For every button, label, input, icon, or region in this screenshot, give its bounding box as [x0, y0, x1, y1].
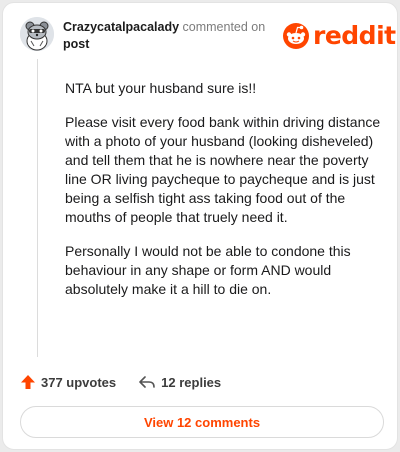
reddit-logo: reddit — [282, 21, 396, 51]
view-comments-button[interactable]: View 12 comments — [20, 406, 384, 438]
thread-line[interactable] — [37, 59, 38, 357]
comment-header: Crazycatalpacalady commented on post — [63, 19, 283, 53]
commented-on-text: commented on — [182, 20, 266, 34]
raccoon-avatar-icon — [20, 17, 54, 51]
reddit-snoo-icon — [283, 23, 309, 49]
comment-paragraph: Personally I would not be able to condon… — [65, 243, 351, 297]
reply-arrow-icon — [139, 376, 155, 388]
reply-count: 12 replies — [161, 374, 222, 390]
upvote-arrow-icon — [21, 375, 35, 389]
post-link[interactable]: post — [63, 36, 283, 53]
username[interactable]: Crazycatalpacalady — [63, 20, 179, 34]
comment-paragraph: Please visit every food bank within driv… — [65, 114, 381, 225]
reddit-wordmark: reddit — [313, 21, 396, 50]
comment-actions: 377 upvotes 12 replies — [20, 374, 243, 390]
upvote-button[interactable]: 377 upvotes — [20, 374, 116, 390]
comment-card: Crazycatalpacalady commented on post red… — [2, 2, 398, 450]
comment-paragraph: NTA but your husband sure is!! — [65, 80, 257, 96]
comment-body: NTA but your husband sure is!! Please vi… — [65, 79, 385, 314]
avatar[interactable] — [20, 17, 54, 51]
upvote-count: 377 upvotes — [41, 374, 117, 390]
replies-button[interactable]: 12 replies — [138, 374, 221, 390]
